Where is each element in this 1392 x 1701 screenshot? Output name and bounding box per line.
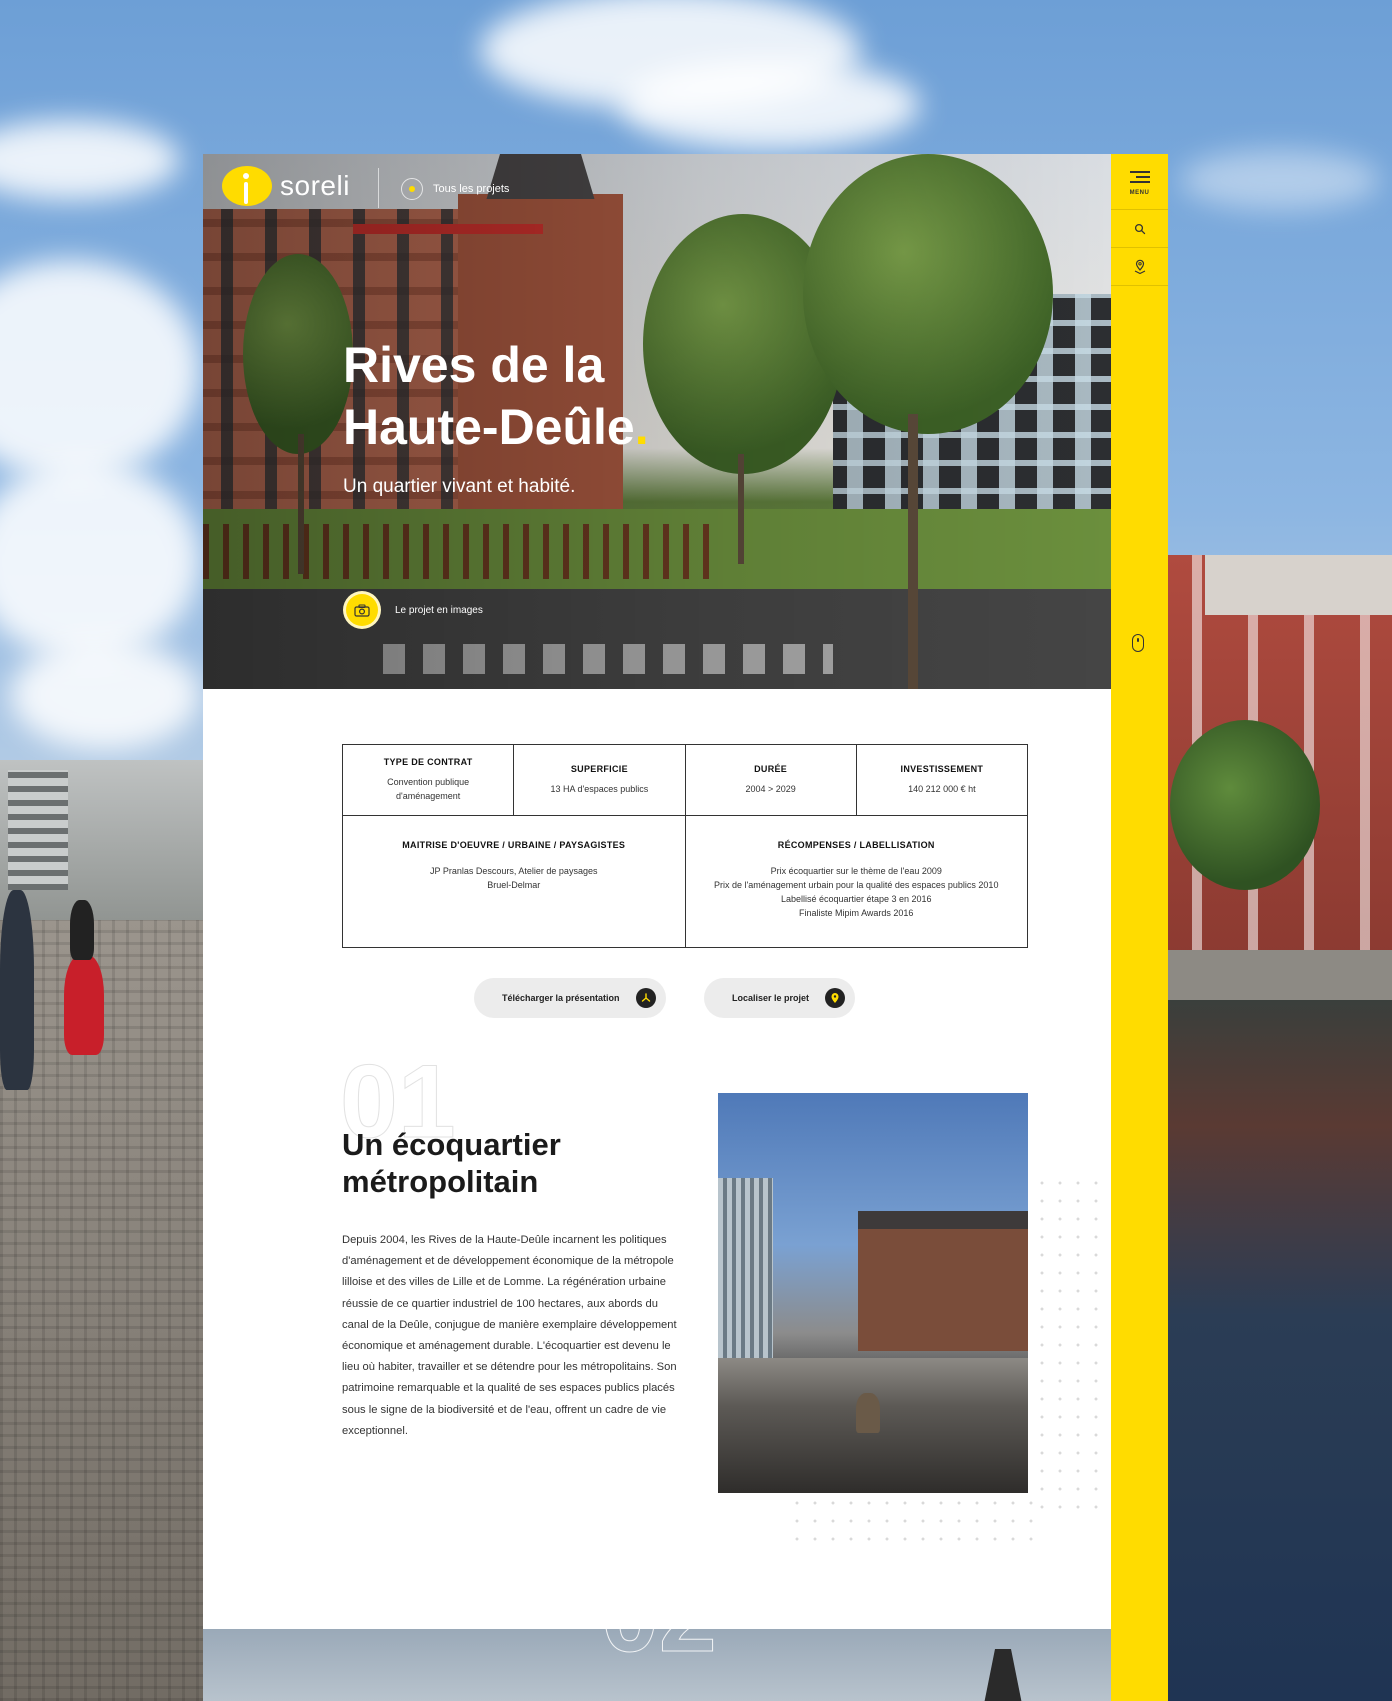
all-projects-link[interactable]: Tous les projets (401, 178, 509, 200)
title-accent-dot: . (634, 399, 649, 455)
section-title-line-1: Un écoquartier (342, 1127, 561, 1162)
award-item: Prix écoquartier sur le thème de l'eau 2… (770, 866, 942, 876)
download-label: Télécharger la présentation (502, 993, 620, 1003)
search-icon (1134, 223, 1145, 234)
page-title: Rives de la Haute-Deûle. (343, 334, 863, 458)
fact-label: RÉCOMPENSES / LABELLISATION (777, 840, 935, 850)
fact-contract: TYPE DE CONTRAT Convention publique d'am… (343, 745, 515, 815)
fact-value: 140 212 000 € ht (908, 784, 976, 794)
section-title-line-2: métropolitain (342, 1164, 539, 1199)
camera-icon (343, 591, 381, 629)
fact-label: DURÉE (754, 764, 788, 774)
fact-management: MAITRISE D'OEUVRE / URBAINE / PAYSAGISTE… (343, 816, 686, 947)
fact-label: TYPE DE CONTRAT (383, 757, 473, 767)
section-body: Depuis 2004, les Rives de la Haute-Deûle… (342, 1234, 677, 1437)
soreli-logo[interactable]: soreli (222, 166, 350, 206)
award-item: Labellisé écoquartier étape 3 en 2016 (780, 894, 932, 904)
award-item: Finaliste Mipim Awards 2016 (799, 908, 914, 918)
search-button[interactable] (1111, 210, 1168, 248)
gallery-button-label: Le projet en images (395, 604, 483, 616)
fact-duration: DURÉE 2004 > 2029 (686, 745, 857, 815)
download-presentation-button[interactable]: Télécharger la présentation (474, 978, 666, 1018)
hero-banner: soreli Tous les projets Rives de la Haut… (203, 154, 1111, 689)
project-page: soreli Tous les projets Rives de la Haut… (203, 154, 1111, 1701)
fact-label: SUPERFICIE (570, 764, 628, 774)
dot-pattern (1033, 1174, 1108, 1514)
fact-label: MAITRISE D'OEUVRE / URBAINE / PAYSAGISTE… (402, 840, 626, 850)
all-projects-label: Tous les projets (433, 183, 510, 195)
map-pin-icon (825, 988, 846, 1008)
side-rail: MENU (1111, 154, 1168, 1701)
header-divider (378, 168, 379, 208)
gallery-button[interactable]: Le projet en images (343, 591, 483, 629)
hero-subtitle: Un quartier vivant et habité. (343, 476, 576, 497)
map-button[interactable] (1111, 248, 1168, 286)
menu-button[interactable]: MENU (1111, 154, 1168, 210)
fact-area: SUPERFICIE 13 HA d'espaces publics (514, 745, 686, 815)
back-dot-icon (401, 178, 423, 200)
hamburger-icon (1129, 168, 1150, 186)
fact-value: 2004 > 2029 (745, 784, 796, 794)
section-photo (718, 1093, 1028, 1493)
logo-mark-icon (222, 166, 272, 206)
menu-label: MENU (1129, 189, 1150, 196)
section-title: Un écoquartier métropolitain (342, 1126, 662, 1200)
title-line-2: Haute-Deûle (343, 399, 635, 455)
project-facts-table: TYPE DE CONTRAT Convention publique d'am… (342, 744, 1028, 948)
fact-value: 13 HA d'espaces publics (550, 784, 649, 794)
award-item: Prix de l'aménagement urbain pour la qua… (714, 880, 999, 890)
fact-value: Convention publique d'aménagement (387, 777, 470, 801)
fact-investment: INVESTISSEMENT 140 212 000 € ht (857, 745, 1027, 815)
fact-label: INVESTISSEMENT (900, 764, 984, 774)
fact-awards: RÉCOMPENSES / LABELLISATION Prix écoquar… (686, 816, 1028, 947)
fact-value: JP Pranlas Descours, Atelier de paysages… (430, 866, 598, 890)
map-pin-icon (1134, 259, 1145, 274)
locate-project-button[interactable]: Localiser le projet (704, 978, 856, 1018)
mouse-scroll-icon (1132, 634, 1144, 652)
title-line-1: Rives de la (343, 337, 605, 393)
locate-label: Localiser le projet (732, 993, 810, 1003)
dot-pattern (788, 1494, 1038, 1544)
logo-text: soreli (280, 170, 350, 201)
section-number-02: 02 (601, 1558, 718, 1674)
pdf-icon (635, 988, 656, 1008)
